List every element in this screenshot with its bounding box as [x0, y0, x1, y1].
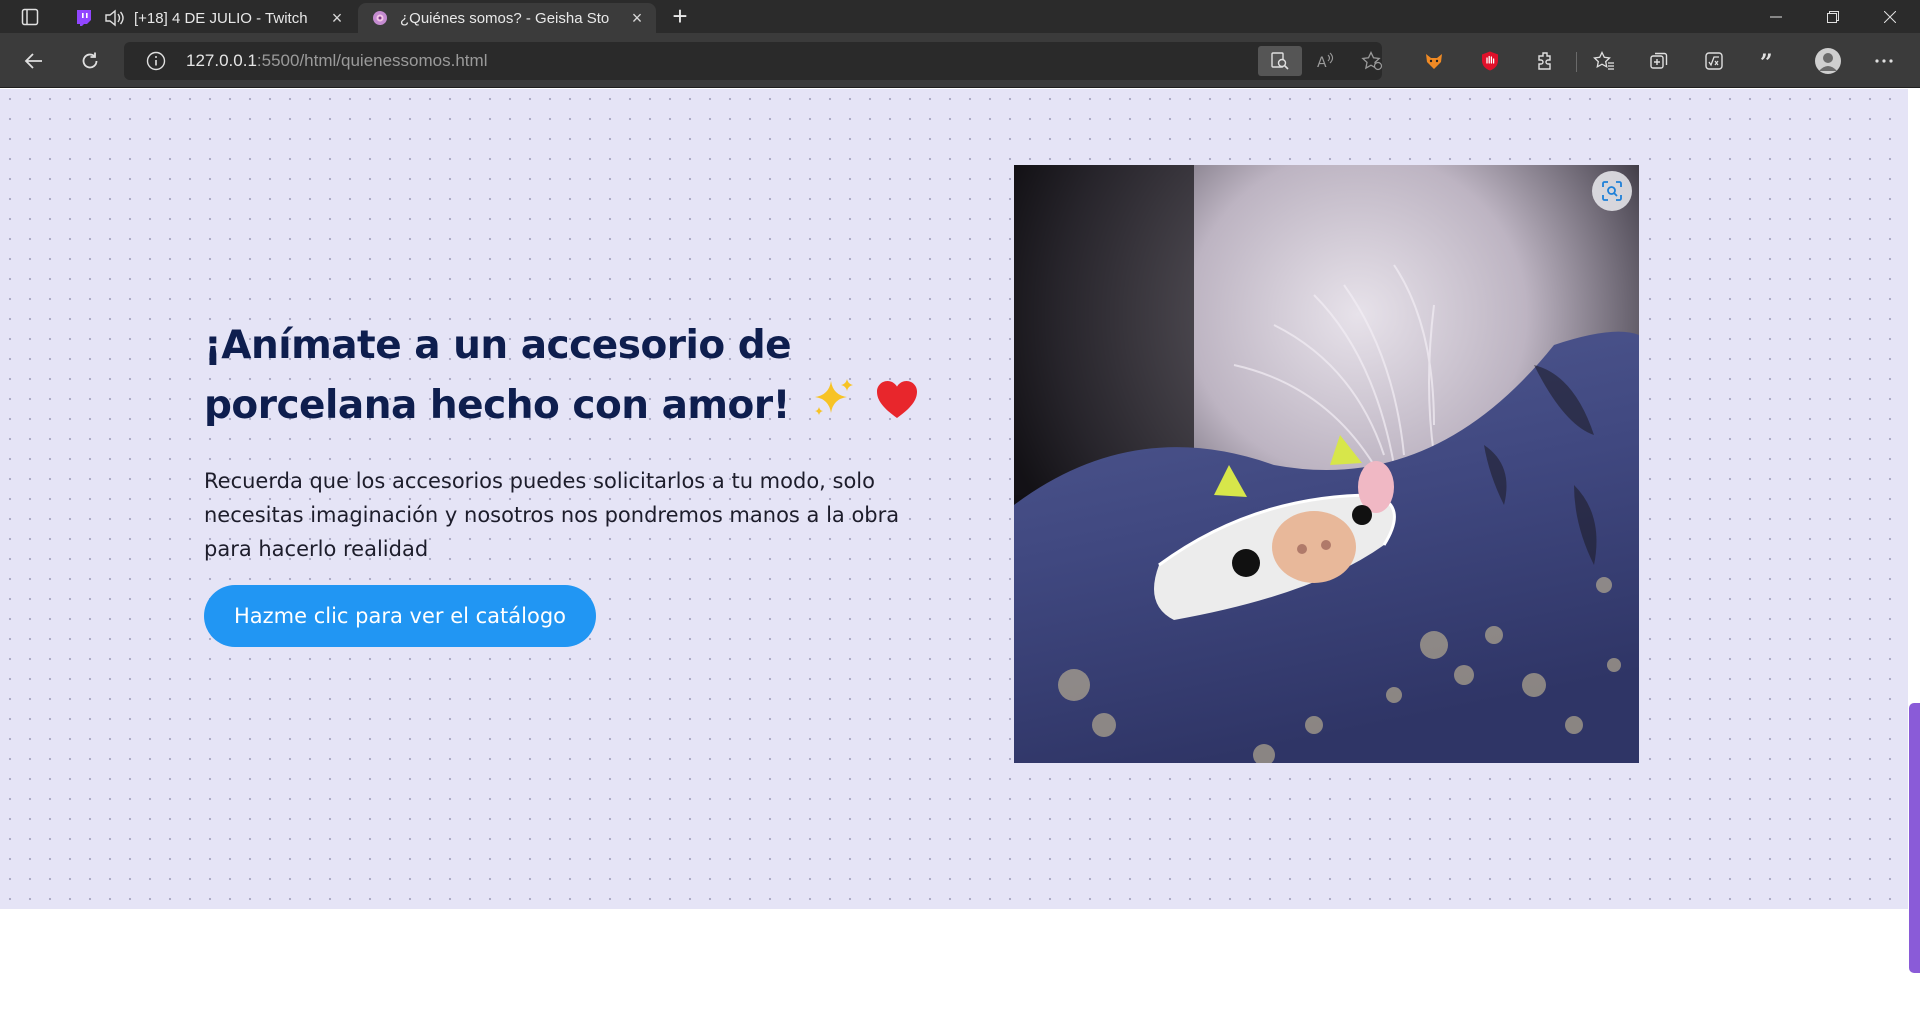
headline-line-2: porcelana hecho con amor! — [204, 383, 790, 428]
headline-line-1: ¡Anímate a un accesorio de — [204, 323, 792, 368]
geisha-store-icon — [370, 8, 390, 28]
back-icon[interactable] — [16, 43, 52, 79]
add-favorite-icon[interactable] — [1350, 46, 1394, 76]
close-icon[interactable]: × — [628, 9, 646, 27]
heart-icon — [876, 378, 918, 438]
close-icon[interactable]: × — [328, 9, 346, 27]
url-path: :5500/html/quienessomos.html — [256, 51, 488, 70]
tab-actions-icon[interactable] — [12, 4, 48, 30]
quote-icon[interactable]: ” — [1751, 43, 1787, 79]
svg-text:”: ” — [1760, 51, 1773, 71]
read-aloud-icon[interactable]: A — [1304, 46, 1348, 76]
tab-title: [+18] 4 DE JULIO - Twitch — [134, 9, 308, 27]
view-catalog-button[interactable]: Hazme clic para ver el catálogo — [204, 585, 596, 647]
url-text: 127.0.0.1:5500/html/quienessomos.html — [186, 51, 487, 71]
extensions-icon[interactable] — [1527, 43, 1563, 79]
hero-headline: ¡Anímate a un accesorio de porcelana hec… — [204, 316, 964, 439]
page-footer-space — [0, 909, 1908, 1020]
minimize-icon[interactable] — [1748, 0, 1804, 33]
sparkles-icon — [811, 377, 855, 439]
address-bar[interactable]: 127.0.0.1:5500/html/quienessomos.html A — [124, 42, 1383, 80]
math-solver-icon[interactable] — [1696, 43, 1732, 79]
more-options-icon[interactable] — [1866, 43, 1902, 79]
speaker-icon[interactable] — [104, 8, 124, 28]
twitch-icon — [74, 8, 94, 28]
avatar[interactable] — [1810, 43, 1846, 79]
scrollbar-thumb[interactable] — [1909, 703, 1920, 973]
restore-icon[interactable] — [1805, 0, 1861, 33]
adblock-extension-icon[interactable] — [1472, 43, 1508, 79]
svg-text:A: A — [1317, 55, 1327, 71]
fox-extension-icon[interactable] — [1416, 43, 1452, 79]
url-host: 127.0.0.1 — [186, 51, 257, 70]
refresh-icon[interactable] — [72, 43, 108, 79]
tab-twitch[interactable]: [+18] 4 DE JULIO - Twitch × — [62, 3, 356, 33]
visual-search-icon[interactable] — [1592, 171, 1632, 211]
hero-description: Recuerda que los accesorios puedes solic… — [204, 469, 900, 561]
tab-strip: [+18] 4 DE JULIO - Twitch × ¿Quiénes som… — [0, 0, 1920, 33]
favorites-icon[interactable] — [1586, 43, 1622, 79]
product-photo-ring — [1014, 165, 1639, 763]
close-window-icon[interactable] — [1862, 0, 1918, 33]
tab-title: ¿Quiénes somos? - Geisha Store — [400, 9, 610, 27]
tab-geisha-store[interactable]: ¿Quiénes somos? - Geisha Store × — [358, 3, 656, 33]
toolbar-separator — [1576, 52, 1577, 72]
collections-icon[interactable] — [1641, 43, 1677, 79]
new-tab-icon[interactable]: + — [666, 3, 694, 30]
browser-toolbar: 127.0.0.1:5500/html/quienessomos.html A … — [0, 33, 1920, 88]
info-icon[interactable] — [146, 51, 166, 71]
page-search-icon[interactable] — [1258, 46, 1302, 76]
